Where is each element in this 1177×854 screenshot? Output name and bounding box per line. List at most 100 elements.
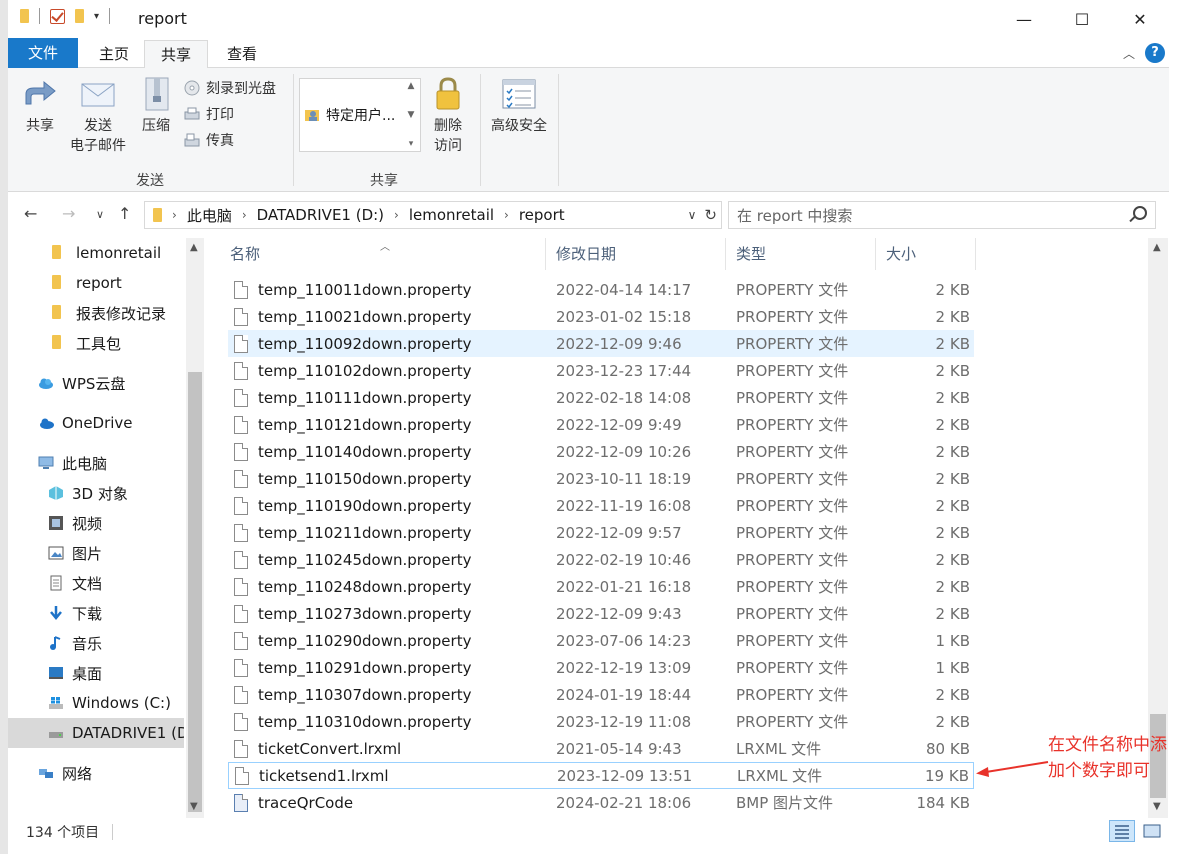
email-button[interactable]: 发送 电子邮件	[64, 76, 132, 156]
table-row[interactable]: temp_110092down.property 2022-12-09 9:46 P…	[228, 330, 974, 357]
breadcrumb-lemonretail[interactable]: lemonretail	[409, 206, 494, 224]
sidebar-scroll-thumb[interactable]	[188, 372, 202, 812]
sidebar-scrollbar[interactable]: ▲ ▼	[186, 238, 204, 818]
table-row[interactable]: temp_110102down.property 2023-12-23 17:44…	[228, 357, 974, 384]
help-icon[interactable]: ?	[1145, 43, 1165, 63]
sidebar-item-videos[interactable]: 视频	[8, 508, 184, 538]
file-name-cell[interactable]: temp_110211down.property	[234, 523, 471, 542]
maximize-button[interactable]: ☐	[1053, 0, 1111, 38]
scroll-down-icon[interactable]: ▼	[190, 801, 198, 812]
table-row[interactable]: temp_110291down.property 2022-12-19 13:09…	[228, 654, 974, 681]
table-row[interactable]: temp_110273down.property 2022-12-09 9:43 P…	[228, 600, 974, 627]
collapse-ribbon-icon[interactable]: ︿	[1123, 45, 1135, 62]
sidebar-item-3d-objects[interactable]: 3D 对象	[8, 478, 184, 508]
sidebar-item-datadrive[interactable]: DATADRIVE1 (D:)	[8, 718, 184, 748]
file-name-cell[interactable]: temp_110273down.property	[234, 604, 471, 623]
file-list-scrollbar[interactable]: ▲ ▼	[1148, 238, 1168, 818]
breadcrumb-chevron-icon[interactable]: ›	[242, 208, 247, 222]
refresh-icon[interactable]: ↻	[704, 206, 717, 224]
sidebar-item-onedrive[interactable]: OneDrive	[8, 408, 184, 438]
file-name-cell[interactable]: temp_110011down.property	[234, 280, 471, 299]
sidebar-item-documents[interactable]: 文档	[8, 568, 184, 598]
table-row[interactable]: temp_110111down.property 2022-02-18 14:08…	[228, 384, 974, 411]
sidebar-item-this-pc[interactable]: 此电脑	[8, 448, 184, 478]
up-arrow-icon[interactable]: ↑	[118, 204, 131, 223]
table-row[interactable]: temp_110021down.property 2023-01-02 15:18…	[228, 303, 974, 330]
sidebar-item-wps-cloud[interactable]: WPS云盘	[8, 368, 184, 398]
file-name-cell[interactable]: temp_110102down.property	[234, 361, 471, 380]
advanced-security-button[interactable]: 高级安全	[486, 76, 552, 136]
table-row[interactable]: temp_110248down.property 2022-01-21 16:18…	[228, 573, 974, 600]
table-row[interactable]: temp_110211down.property 2022-12-09 9:57 P…	[228, 519, 974, 546]
minimize-button[interactable]: —	[995, 0, 1053, 38]
search-icon[interactable]	[1133, 206, 1147, 220]
specific-user-item[interactable]: 特定用户...	[304, 105, 395, 125]
breadcrumb-this-pc[interactable]: 此电脑	[187, 205, 232, 226]
file-name-cell[interactable]: traceQrCode	[234, 793, 353, 812]
table-row[interactable]: temp_110150down.property 2023-10-11 18:19…	[228, 465, 974, 492]
properties-icon[interactable]	[50, 8, 65, 24]
address-dropdown-chevron-icon[interactable]: ∨	[688, 208, 697, 222]
column-header-size[interactable]: 大小	[876, 238, 976, 270]
sidebar-item-report[interactable]: report	[8, 268, 184, 298]
sidebar-item-desktop[interactable]: 桌面	[8, 658, 184, 688]
scroll-down-icon[interactable]: ▼	[1153, 801, 1161, 812]
file-name-cell[interactable]: temp_110092down.property	[234, 334, 471, 353]
breadcrumb-chevron-icon[interactable]: ›	[504, 208, 509, 222]
sidebar-item-windows-c[interactable]: Windows (C:)	[8, 688, 184, 718]
sidebar-item-report-changes[interactable]: 报表修改记录	[8, 298, 184, 328]
file-name-cell[interactable]: ticketConvert.lrxml	[234, 739, 401, 758]
file-name-cell[interactable]: temp_110307down.property	[234, 685, 471, 704]
table-row[interactable]: temp_110121down.property 2022-12-09 9:49 P…	[228, 411, 974, 438]
tab-home[interactable]: 主页	[84, 40, 144, 68]
tab-view[interactable]: 查看	[212, 40, 272, 68]
gallery-scroll[interactable]: ▲ ▼ ▾	[404, 81, 418, 149]
file-name-cell[interactable]: temp_110291down.property	[234, 658, 471, 677]
recent-locations-chevron-icon[interactable]: ∨	[96, 208, 104, 221]
file-name-cell[interactable]: temp_110190down.property	[234, 496, 471, 515]
table-row[interactable]: temp_110290down.property 2023-07-06 14:23…	[228, 627, 974, 654]
sidebar-item-music[interactable]: 音乐	[8, 628, 184, 658]
remove-access-button[interactable]: 删除 访问	[428, 76, 468, 156]
breadcrumb-report[interactable]: report	[519, 206, 565, 224]
file-name-cell[interactable]: temp_110111down.property	[234, 388, 471, 407]
back-arrow-icon[interactable]: ←	[24, 204, 37, 223]
details-view-button[interactable]	[1109, 820, 1135, 842]
sidebar-item-network[interactable]: 网络	[8, 758, 184, 788]
table-row[interactable]: temp_110190down.property 2022-11-19 16:08…	[228, 492, 974, 519]
customize-toolbar-chevron-icon[interactable]: ▾	[94, 11, 99, 22]
breadcrumb-chevron-icon[interactable]: ›	[394, 208, 399, 222]
folder-icon[interactable]	[20, 9, 29, 23]
file-name-cell[interactable]: temp_110290down.property	[234, 631, 471, 650]
burn-to-disc-button[interactable]: 刻录到光盘	[184, 78, 276, 98]
share-button[interactable]: 共享	[20, 76, 60, 136]
file-name-cell[interactable]: temp_110150down.property	[234, 469, 471, 488]
large-icons-view-button[interactable]	[1139, 820, 1165, 842]
gallery-more-icon[interactable]: ▾	[409, 139, 414, 149]
gallery-up-icon[interactable]: ▲	[408, 81, 415, 91]
table-row[interactable]: temp_110307down.property 2024-01-19 18:44…	[228, 681, 974, 708]
zip-button[interactable]: 压缩	[136, 76, 176, 136]
new-folder-icon[interactable]	[75, 9, 84, 23]
column-header-date[interactable]: 修改日期	[546, 238, 726, 270]
forward-arrow-icon[interactable]: →	[62, 204, 75, 223]
gallery-down-icon[interactable]: ▼	[408, 110, 415, 120]
close-button[interactable]: ✕	[1111, 0, 1169, 38]
search-input[interactable]: 在 report 中搜索	[728, 201, 1156, 229]
table-row[interactable]: ticketsend1.lrxml 2023-12-09 13:51 LRXML 文…	[228, 762, 974, 789]
file-name-cell[interactable]: temp_110245down.property	[234, 550, 471, 569]
breadcrumb-datadrive[interactable]: DATADRIVE1 (D:)	[257, 206, 384, 224]
sidebar-item-pictures[interactable]: 图片	[8, 538, 184, 568]
column-header-type[interactable]: 类型	[726, 238, 876, 270]
breadcrumb-chevron-icon[interactable]: ›	[172, 208, 177, 222]
print-button[interactable]: 打印	[184, 104, 234, 124]
table-row[interactable]: temp_110011down.property 2022-04-14 14:17…	[228, 276, 974, 303]
tab-share[interactable]: 共享	[144, 40, 208, 70]
address-bar[interactable]: › 此电脑 › DATADRIVE1 (D:) › lemonretail › …	[144, 201, 722, 229]
table-row[interactable]: ticketConvert.lrxml 2021-05-14 9:43 LRXML …	[228, 735, 974, 762]
file-name-cell[interactable]: ticketsend1.lrxml	[235, 766, 389, 785]
sidebar-item-toolkit[interactable]: 工具包	[8, 328, 184, 358]
tab-file[interactable]: 文件	[8, 38, 78, 68]
sidebar-item-downloads[interactable]: 下载	[8, 598, 184, 628]
table-row[interactable]: temp_110310down.property 2023-12-19 11:08…	[228, 708, 974, 735]
